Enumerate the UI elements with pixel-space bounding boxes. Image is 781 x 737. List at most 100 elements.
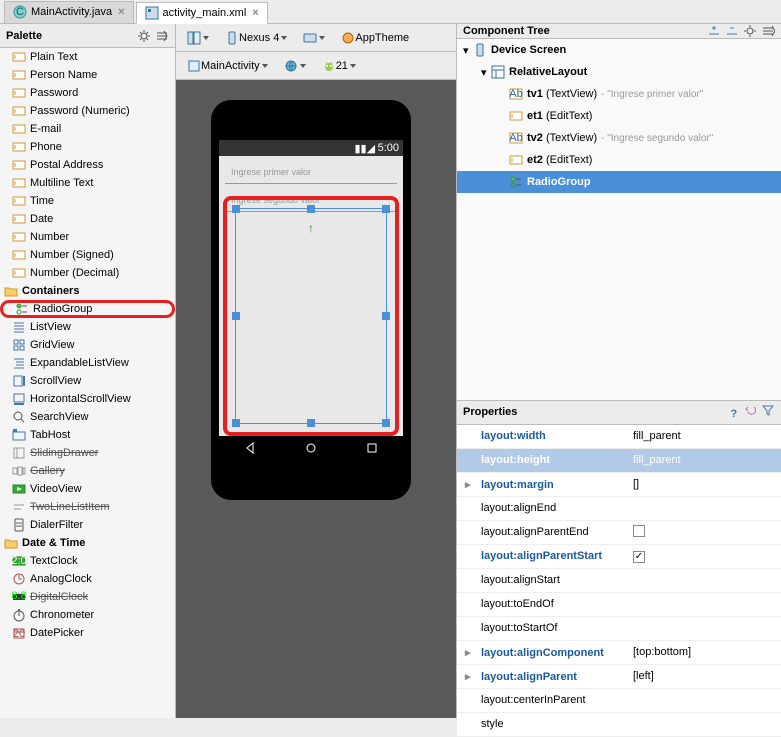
expand-icon[interactable] <box>707 24 721 38</box>
checkbox[interactable] <box>633 551 645 563</box>
design-surface[interactable]: ▮▮◢ 5:00 Ingrese primer valor Ingrese se… <box>176 80 456 718</box>
gear-icon[interactable] <box>137 29 151 43</box>
palette-item-slidingdrawer[interactable]: SlidingDrawer <box>0 444 175 462</box>
property-layout-tostartof[interactable]: layout:toStartOf <box>457 617 781 641</box>
close-icon[interactable]: × <box>252 7 258 19</box>
palette-category-label: Date & Time <box>22 537 85 549</box>
palette-item-chronometer[interactable]: Chronometer <box>0 606 175 624</box>
expand-icon[interactable]: ▸ <box>465 646 475 659</box>
caret-icon[interactable]: ▾ <box>481 66 491 79</box>
palette-item-gridview[interactable]: GridView <box>0 336 175 354</box>
device-selector[interactable]: Nexus 4 <box>220 28 292 48</box>
locale-selector[interactable] <box>279 56 311 76</box>
theme-selector[interactable]: AppTheme <box>336 28 414 48</box>
palette-item-tabhost[interactable]: TabHost <box>0 426 175 444</box>
palette-item-analogclock[interactable]: AnalogClock <box>0 570 175 588</box>
palette-item-datepicker[interactable]: 20DatePicker <box>0 624 175 642</box>
property-layout-height[interactable]: layout:heightfill_parent <box>457 449 781 473</box>
palette-item-dialerfilter[interactable]: DialerFilter <box>0 516 175 534</box>
filter-icon[interactable] <box>761 403 775 417</box>
resize-handle[interactable] <box>382 419 390 427</box>
palette-item-digitalclock[interactable]: 88:88DigitalClock <box>0 588 175 606</box>
resize-handle[interactable] <box>307 205 315 213</box>
palette-item-number[interactable]: Number <box>0 228 175 246</box>
caret-icon[interactable]: ▾ <box>463 44 473 57</box>
checkbox[interactable] <box>633 525 645 537</box>
property-layout-centerinparent[interactable]: layout:centerInParent <box>457 689 781 713</box>
property-value[interactable]: [top:bottom] <box>633 646 691 658</box>
resize-handle[interactable] <box>307 419 315 427</box>
palette-item-gallery[interactable]: Gallery <box>0 462 175 480</box>
palette-item-textclock[interactable]: 12:00TextClock <box>0 552 175 570</box>
undo-icon[interactable] <box>744 403 758 417</box>
activity-selector[interactable]: MainActivity <box>182 56 273 76</box>
palette-item-scrollview[interactable]: ScrollView <box>0 372 175 390</box>
property-layout-aligncomponent[interactable]: ▸layout:alignComponent[top:bottom] <box>457 641 781 665</box>
palette-category-datetime[interactable]: Date & Time <box>0 534 175 552</box>
palette-item-e-mail[interactable]: E-mail <box>0 120 175 138</box>
property-value[interactable]: fill_parent <box>633 430 681 442</box>
palette-item-listview[interactable]: ListView <box>0 318 175 336</box>
tree-node-radiogroup[interactable]: RadioGroup <box>457 171 781 193</box>
phone-screen[interactable]: ▮▮◢ 5:00 Ingrese primer valor Ingrese se… <box>219 140 403 460</box>
property-layout-alignend[interactable]: layout:alignEnd <box>457 497 781 521</box>
palette-item-person-name[interactable]: Person Name <box>0 66 175 84</box>
property-layout-alignparentend[interactable]: layout:alignParentEnd <box>457 521 781 545</box>
palette-item-multiline-text[interactable]: Multiline Text <box>0 174 175 192</box>
property-layout-alignparent[interactable]: ▸layout:alignParent[left] <box>457 665 781 689</box>
tab-main-activity-java[interactable]: C MainActivity.java × <box>4 1 134 23</box>
tab-activity-main-xml[interactable]: activity_main.xml × <box>136 2 268 24</box>
palette-item-time[interactable]: Time <box>0 192 175 210</box>
expand-icon[interactable]: ▸ <box>465 478 475 491</box>
property-layout-width[interactable]: layout:widthfill_parent <box>457 425 781 449</box>
api-selector[interactable]: 21 <box>317 56 361 76</box>
palette-item-password-numeric-[interactable]: Password (Numeric) <box>0 102 175 120</box>
palette-item-plain-text[interactable]: Plain Text <box>0 48 175 66</box>
property-style[interactable]: style <box>457 713 781 737</box>
palette-item-postal-address[interactable]: Postal Address <box>0 156 175 174</box>
property-value[interactable]: fill_parent <box>633 454 681 466</box>
palette-item-radiogroup[interactable]: RadioGroup <box>0 300 175 318</box>
tree-node-et2[interactable]: et2 (EditText) <box>457 149 781 171</box>
palette-item-phone[interactable]: Phone <box>0 138 175 156</box>
property-value[interactable]: [] <box>633 478 639 490</box>
selection-rect[interactable]: ↑ <box>235 208 387 424</box>
palette-item-date[interactable]: Date <box>0 210 175 228</box>
minimize-icon[interactable] <box>761 24 775 38</box>
resize-handle[interactable] <box>382 312 390 320</box>
collapse-icon[interactable] <box>155 29 169 43</box>
tree-node-device-screen[interactable]: ▾Device Screen <box>457 39 781 61</box>
tree-node-et1[interactable]: et1 (EditText) <box>457 105 781 127</box>
resize-handle[interactable] <box>382 205 390 213</box>
orientation-button[interactable] <box>298 28 330 48</box>
palette-item-videoview[interactable]: VideoView <box>0 480 175 498</box>
palette-item-label: Time <box>30 195 54 207</box>
palette-toggle-button[interactable] <box>182 28 214 48</box>
palette-item-number-decimal-[interactable]: Number (Decimal) <box>0 264 175 282</box>
palette-item-horizontalscrollview[interactable]: HorizontalScrollView <box>0 390 175 408</box>
resize-handle[interactable] <box>232 205 240 213</box>
palette-item-number-signed-[interactable]: Number (Signed) <box>0 246 175 264</box>
scrollview-icon <box>12 374 26 388</box>
palette-item-password[interactable]: Password <box>0 84 175 102</box>
tree-node-tv1[interactable]: Abtv1 (TextView)- "Ingrese primer valor" <box>457 83 781 105</box>
property-layout-margin[interactable]: ▸layout:margin[] <box>457 473 781 497</box>
resize-handle[interactable] <box>232 419 240 427</box>
property-layout-alignparentstart[interactable]: layout:alignParentStart <box>457 545 781 569</box>
palette-item-searchview[interactable]: SearchView <box>0 408 175 426</box>
gear-icon[interactable] <box>743 24 757 38</box>
property-layout-alignstart[interactable]: layout:alignStart <box>457 569 781 593</box>
property-value[interactable]: [left] <box>633 670 654 682</box>
device-icon <box>473 43 487 57</box>
collapse-icon[interactable] <box>725 24 739 38</box>
property-layout-toendof[interactable]: layout:toEndOf <box>457 593 781 617</box>
expand-icon[interactable]: ▸ <box>465 670 475 683</box>
palette-item-twolinelistitem[interactable]: TwoLineListItem <box>0 498 175 516</box>
palette-category-containers[interactable]: Containers <box>0 282 175 300</box>
close-icon[interactable]: × <box>118 6 124 18</box>
tree-node-relativelayout[interactable]: ▾RelativeLayout <box>457 61 781 83</box>
help-icon[interactable]: ? <box>727 408 741 422</box>
tree-node-tv2[interactable]: Abtv2 (TextView)- "Ingrese segundo valor… <box>457 127 781 149</box>
palette-item-expandablelistview[interactable]: ExpandableListView <box>0 354 175 372</box>
resize-handle[interactable] <box>232 312 240 320</box>
